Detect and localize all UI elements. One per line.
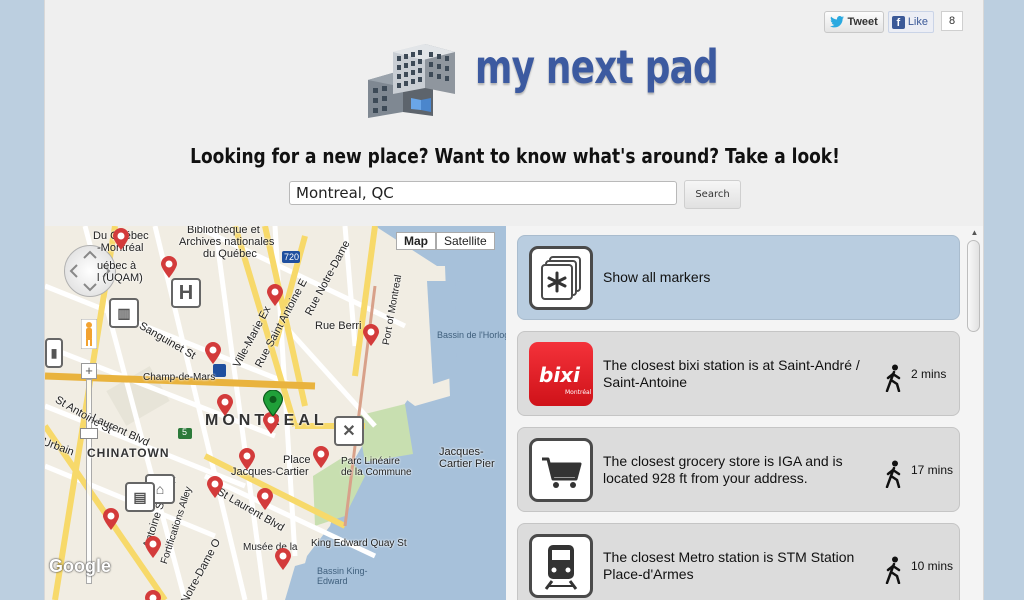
map-label: Bassin King-Edward [317, 566, 368, 586]
bixi-logo-sub: Montréal [565, 389, 592, 396]
tweet-button[interactable]: Tweet [824, 11, 884, 33]
twitter-bird-icon [830, 16, 845, 28]
walk-time: 10 mins [911, 559, 954, 573]
bixi-marker-icon[interactable] [239, 448, 255, 470]
like-count: 8 [941, 11, 963, 31]
home-marker-icon[interactable] [263, 390, 283, 416]
grocery-store-card[interactable]: The closest grocery store is IGA and is … [517, 427, 960, 512]
map-label: Bibliothèque et [187, 226, 260, 236]
walking-person-icon [885, 460, 901, 488]
hospital-icon[interactable]: H [171, 278, 201, 308]
neighbourhood-label: CHINATOWN [87, 446, 170, 460]
bixi-marker-icon[interactable] [275, 548, 291, 570]
poi-icon[interactable]: ▮ [45, 338, 63, 368]
search-input[interactable] [289, 181, 677, 205]
header: Tweet f Like 8 my next pad Looking for a… [45, 0, 983, 226]
bixi-marker-icon[interactable] [145, 590, 161, 600]
asterisk-icon [529, 246, 593, 310]
google-logo: Google [49, 556, 111, 576]
map-label: Bassin de l'Horloge [437, 330, 506, 340]
restaurant-icon[interactable]: ✕ [334, 416, 364, 446]
map-label: Archives nationales [179, 236, 275, 248]
logo-text: my next pad [475, 40, 719, 94]
walk-time: 2 mins [911, 367, 947, 381]
card-text: The closest grocery store is IGA and is … [603, 452, 843, 486]
map-label: King Edward Quay St [311, 538, 407, 549]
map[interactable]: Map Satellite + Du Québec -Montréal uébe… [45, 226, 506, 600]
map-label: l (UQAM) [97, 272, 143, 284]
bixi-marker-icon[interactable] [363, 324, 379, 346]
bixi-marker-icon[interactable] [103, 508, 119, 530]
show-all-markers-card[interactable]: Show all markers [517, 235, 960, 320]
bixi-marker-icon[interactable] [113, 228, 129, 250]
route-5-shield: 5 [182, 427, 188, 437]
results-panel: Show all markers bixi Montréal The close… [506, 226, 983, 600]
building-poi-icon[interactable]: ▥ [109, 298, 139, 328]
route-720-shield: 720 [284, 252, 300, 262]
map-type-button[interactable]: Map [396, 232, 436, 250]
page-container: Tweet f Like 8 my next pad Looking for a… [44, 0, 984, 600]
scrollbar[interactable]: ▲ [963, 226, 983, 600]
search-button[interactable]: Search [684, 180, 741, 209]
bixi-logo: bixi Montréal [529, 342, 593, 406]
map-label: uébec à [97, 260, 137, 272]
social-buttons: Tweet f Like 8 [824, 11, 963, 33]
building-logo-icon [368, 44, 455, 118]
like-label: Like [907, 16, 928, 28]
walk-time: 17 mins [911, 463, 954, 477]
card-text: The closest Metro station is STM Station… [603, 548, 855, 582]
bixi-marker-icon[interactable] [161, 256, 177, 278]
facebook-icon: f [891, 15, 905, 29]
card-text: Show all markers [603, 269, 711, 285]
scrollbar-thumb[interactable] [967, 240, 980, 332]
card-text: The closest bixi station is at Saint-And… [603, 356, 860, 390]
metro-station-card[interactable]: The closest Metro station is STM Station… [517, 523, 960, 600]
tweet-label: Tweet [847, 16, 878, 28]
satellite-type-button[interactable]: Satellite [436, 232, 495, 250]
zoom-in-button[interactable]: + [81, 363, 97, 379]
bixi-marker-icon[interactable] [257, 488, 273, 510]
bixi-marker-icon[interactable] [267, 284, 283, 306]
walking-person-icon [885, 364, 901, 392]
bixi-marker-icon[interactable] [205, 342, 221, 364]
map-label: Place [283, 454, 311, 466]
map-label: Jacques-Cartier Pier [439, 446, 495, 470]
bixi-logo-text: bixi [539, 363, 581, 387]
library-icon[interactable]: ▤ [125, 482, 155, 512]
map-label: du Québec [203, 248, 257, 260]
walking-person-icon [885, 556, 901, 584]
bixi-marker-icon[interactable] [145, 536, 161, 558]
tagline: Looking for a new place? Want to know wh… [190, 144, 840, 168]
map-label: Champ-de-Mars [143, 372, 216, 383]
map-label: de la Commune [341, 467, 412, 478]
map-label: Parc Linéaire [341, 456, 400, 467]
pegman-icon[interactable] [81, 319, 97, 349]
map-label: Rue Berri [315, 320, 362, 332]
bixi-marker-icon[interactable] [207, 476, 223, 498]
shopping-cart-icon [529, 438, 593, 502]
bixi-marker-icon[interactable] [313, 446, 329, 468]
scroll-up-arrow-icon[interactable]: ▲ [968, 228, 981, 240]
facebook-like-button[interactable]: f Like [887, 11, 934, 33]
metro-train-icon [529, 534, 593, 598]
bixi-marker-icon[interactable] [217, 394, 233, 416]
zoom-slider-handle[interactable] [80, 428, 98, 439]
logo[interactable]: my next pad [363, 38, 719, 120]
bixi-station-card[interactable]: bixi Montréal The closest bixi station i… [517, 331, 960, 416]
